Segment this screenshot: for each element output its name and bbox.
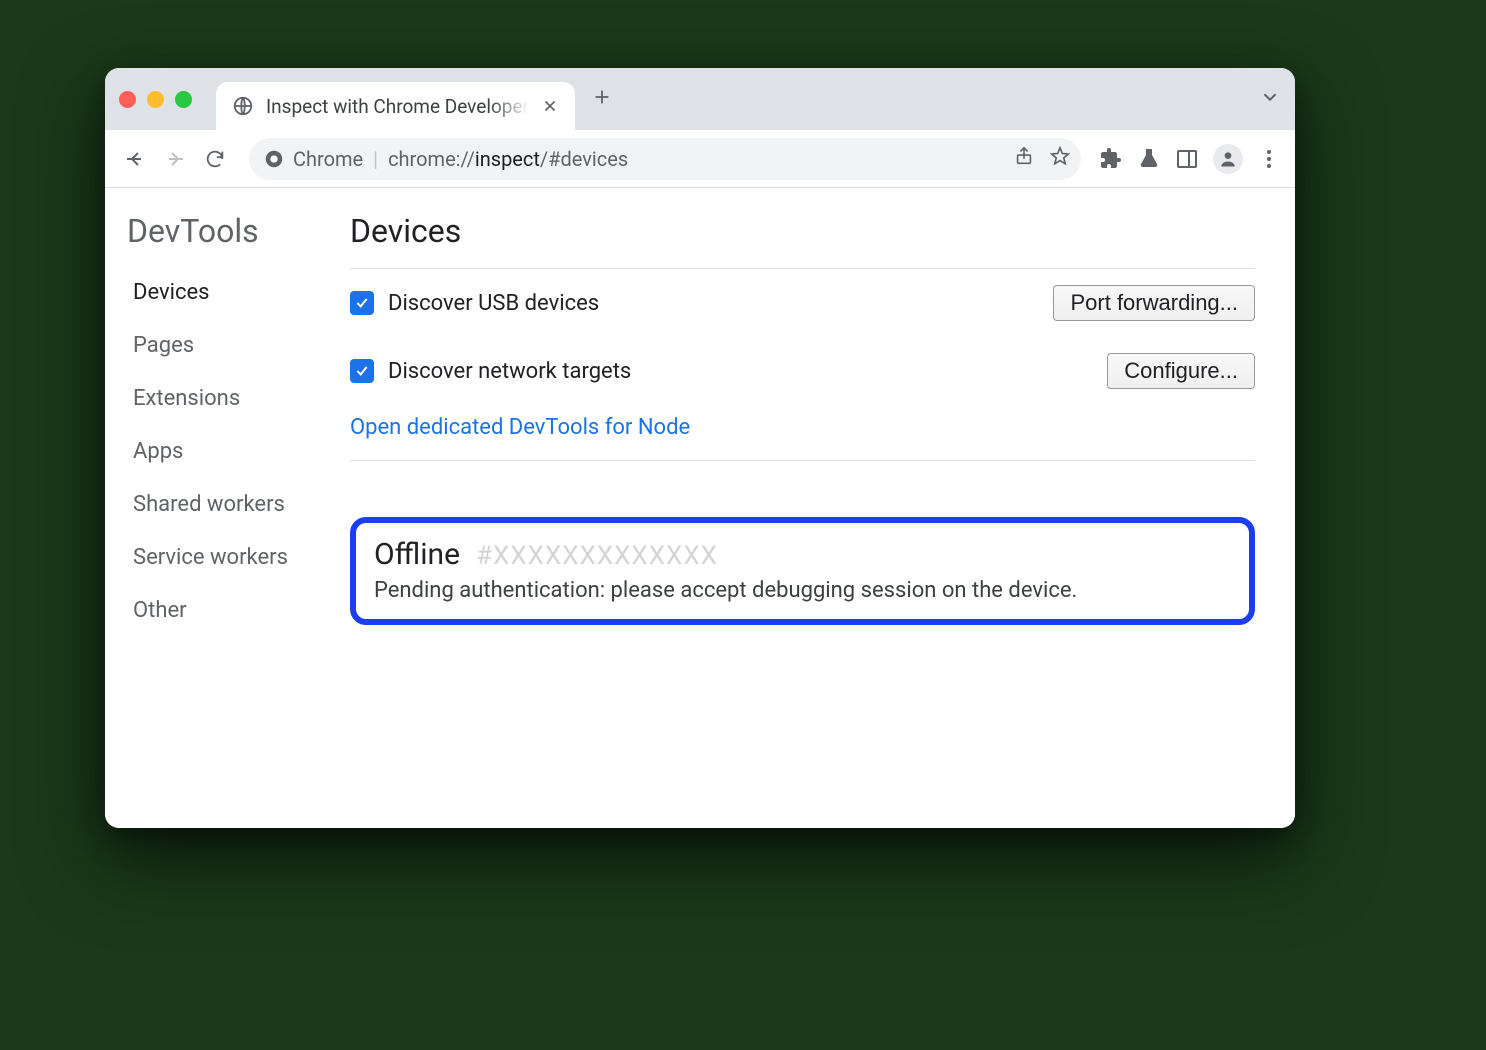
discover-usb-checkbox[interactable] (350, 291, 374, 315)
tab-close-icon[interactable] (541, 97, 559, 115)
sidebar-item-devices[interactable]: Devices (105, 266, 340, 319)
sidebar-title: DevTools (105, 212, 340, 266)
sidebar-item-apps[interactable]: Apps (105, 425, 340, 478)
menu-icon[interactable] (1257, 147, 1281, 171)
device-message: Pending authentication: please accept de… (374, 578, 1231, 603)
discover-network-checkbox[interactable] (350, 359, 374, 383)
side-panel-icon[interactable] (1175, 147, 1199, 171)
browser-window: Inspect with Chrome Developer Chrome (105, 68, 1295, 828)
main-panel: Devices Discover USB devices Port forwar… (340, 188, 1295, 828)
site-chip: Chrome (263, 147, 363, 171)
discover-network-label: Discover network targets (388, 359, 631, 384)
globe-icon (232, 95, 254, 117)
share-icon[interactable] (1013, 145, 1035, 172)
url-text: chrome://inspect/#devices (388, 147, 628, 171)
sidebar-item-pages[interactable]: Pages (105, 319, 340, 372)
configure-button[interactable]: Configure... (1107, 353, 1255, 389)
window-controls (119, 91, 192, 108)
tab-bar: Inspect with Chrome Developer (105, 68, 1295, 130)
reload-button[interactable] (199, 143, 231, 175)
sidebar-item-service-workers[interactable]: Service workers (105, 531, 340, 584)
device-status-box: Offline #XXXXXXXXXXXXX Pending authentic… (350, 517, 1255, 625)
window-maximize-button[interactable] (175, 91, 192, 108)
device-id: #XXXXXXXXXXXXX (476, 541, 718, 571)
separator: | (373, 147, 378, 171)
site-label: Chrome (293, 147, 363, 171)
profile-avatar[interactable] (1213, 144, 1243, 174)
tab-title: Inspect with Chrome Developer (266, 95, 529, 118)
forward-button[interactable] (159, 143, 191, 175)
discover-network-row: Discover network targets Configure... (350, 337, 1255, 405)
tab-list-button[interactable] (1259, 86, 1281, 112)
page-content: DevTools Devices Pages Extensions Apps S… (105, 188, 1295, 828)
device-status: Offline (374, 537, 460, 572)
bookmark-icon[interactable] (1049, 145, 1071, 172)
toolbar: Chrome | chrome://inspect/#devices (105, 130, 1295, 188)
window-minimize-button[interactable] (147, 91, 164, 108)
page-heading: Devices (350, 212, 1255, 250)
chrome-icon (263, 148, 285, 170)
browser-tab[interactable]: Inspect with Chrome Developer (216, 82, 575, 130)
labs-icon[interactable] (1137, 147, 1161, 171)
divider (350, 460, 1255, 461)
back-button[interactable] (119, 143, 151, 175)
sidebar-item-shared-workers[interactable]: Shared workers (105, 478, 340, 531)
window-close-button[interactable] (119, 91, 136, 108)
open-node-devtools-link[interactable]: Open dedicated DevTools for Node (350, 405, 690, 460)
discover-usb-row: Discover USB devices Port forwarding... (350, 269, 1255, 337)
sidebar-item-other[interactable]: Other (105, 584, 340, 637)
discover-usb-label: Discover USB devices (388, 291, 599, 316)
new-tab-button[interactable] (591, 86, 613, 112)
extensions-icon[interactable] (1099, 147, 1123, 171)
sidebar-item-extensions[interactable]: Extensions (105, 372, 340, 425)
sidebar: DevTools Devices Pages Extensions Apps S… (105, 188, 340, 828)
toolbar-right (1099, 144, 1281, 174)
port-forwarding-button[interactable]: Port forwarding... (1053, 285, 1255, 321)
address-bar[interactable]: Chrome | chrome://inspect/#devices (249, 138, 1081, 180)
